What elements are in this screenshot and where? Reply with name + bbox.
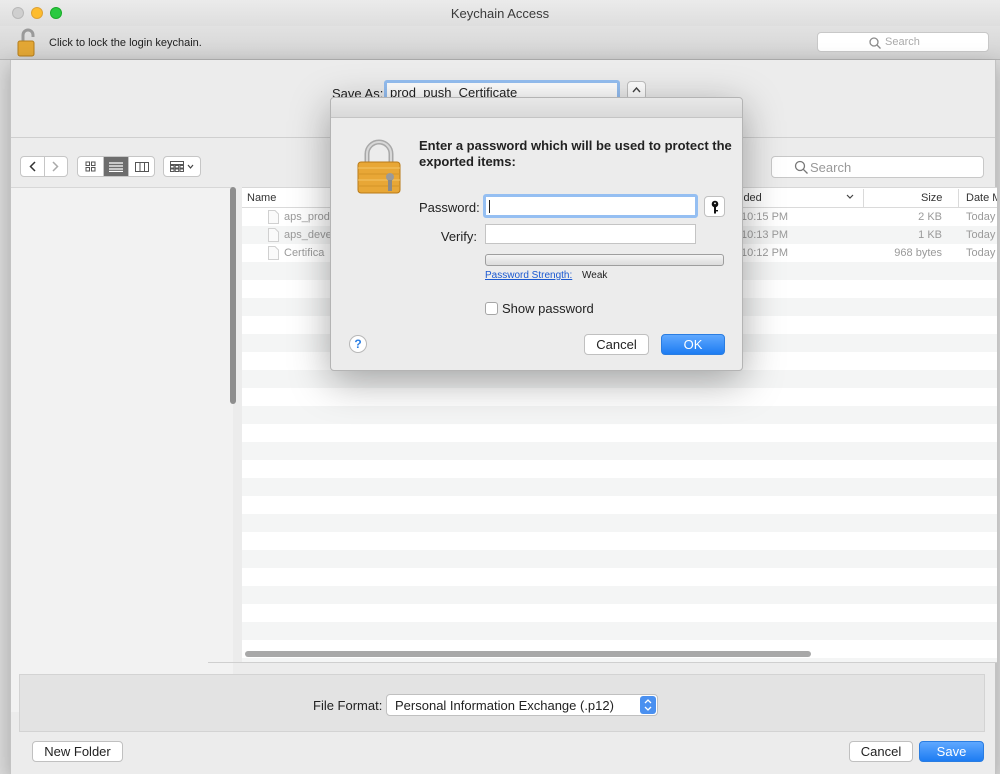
column-header-date-modified[interactable]: Date M <box>966 192 997 204</box>
empty-row <box>242 586 997 604</box>
forward-button[interactable] <box>45 157 68 176</box>
password-strength-value: Weak <box>582 270 608 281</box>
search-placeholder: Search <box>885 36 920 48</box>
file-size: 1 KB <box>918 229 942 241</box>
empty-row <box>242 460 997 478</box>
lock-icon <box>356 137 402 195</box>
window-title: Keychain Access <box>450 6 550 21</box>
empty-row <box>242 622 997 640</box>
file-name: aps_deve <box>284 229 332 241</box>
password-strength-meter <box>485 254 724 266</box>
show-password-checkbox[interactable] <box>485 302 498 315</box>
icon-view-icon <box>85 161 96 172</box>
column-header-name[interactable]: Name <box>247 192 276 204</box>
list-view-button[interactable] <box>103 157 130 176</box>
dialog-ok-button[interactable]: OK <box>661 334 725 355</box>
cancel-button[interactable]: Cancel <box>849 741 913 762</box>
keychain-search-input[interactable]: Search <box>817 32 989 52</box>
file-date: Today <box>966 229 996 241</box>
empty-row <box>242 406 997 424</box>
verify-field[interactable] <box>485 224 696 244</box>
file-format-select[interactable]: Personal Information Exchange (.p12) <box>386 694 658 716</box>
sidebar-scrollbar[interactable] <box>230 187 236 404</box>
back-button[interactable] <box>21 157 45 176</box>
search-icon <box>869 37 881 49</box>
empty-row <box>242 424 997 442</box>
password-label: Password: <box>419 200 480 215</box>
lock-message[interactable]: Click to lock the login keychain. <box>49 37 202 49</box>
empty-row <box>242 532 997 550</box>
file-size: 2 KB <box>918 211 942 223</box>
navigation-buttons <box>20 156 68 177</box>
view-mode-buttons <box>77 156 155 177</box>
keychain-toolbar: Click to lock the login keychain. Search <box>0 26 1000 60</box>
column-separator <box>958 189 959 207</box>
column-header-size[interactable]: Size <box>921 192 942 204</box>
file-date-added: 10:13 PM <box>741 229 789 241</box>
column-view-icon <box>134 161 149 172</box>
list-view-icon <box>109 161 123 172</box>
horizontal-scrollbar[interactable] <box>245 651 811 657</box>
column-separator <box>863 189 864 207</box>
empty-row <box>242 550 997 568</box>
save-button[interactable]: Save <box>919 741 984 762</box>
empty-row <box>242 496 997 514</box>
file-format-value: Personal Information Exchange (.p12) <box>395 698 614 713</box>
window-edge-left <box>0 60 10 774</box>
icon-view-button[interactable] <box>78 157 104 176</box>
chevron-down-icon <box>846 194 854 199</box>
search-placeholder: Search <box>810 160 852 175</box>
stepper-icon <box>640 696 656 714</box>
document-icon <box>268 246 279 260</box>
empty-row <box>242 442 997 460</box>
file-format-label: File Format: <box>313 698 383 713</box>
help-icon[interactable]: ? <box>349 335 367 353</box>
file-date-added: 10:15 PM <box>741 211 789 223</box>
show-password-label[interactable]: Show password <box>502 301 594 316</box>
new-folder-button[interactable]: New Folder <box>32 741 123 762</box>
empty-row <box>242 388 997 406</box>
key-icon <box>711 200 719 214</box>
sheet-search-input[interactable]: Search <box>771 156 984 178</box>
file-date-added: 10:12 PM <box>741 247 789 259</box>
empty-row <box>242 568 997 586</box>
file-date: Today <box>966 247 996 259</box>
empty-row <box>242 478 997 496</box>
search-icon <box>794 160 808 174</box>
verify-label: Verify: <box>440 229 477 244</box>
chevron-up-icon <box>632 87 641 93</box>
column-header-date-added[interactable]: lded <box>741 192 762 204</box>
password-dialog: Enter a password which will be used to p… <box>330 97 743 371</box>
sidebar[interactable] <box>11 187 233 712</box>
password-assistant-button[interactable] <box>704 196 725 217</box>
arrange-button[interactable] <box>163 156 201 177</box>
divider <box>208 662 997 663</box>
document-icon <box>268 210 279 224</box>
chevron-left-icon <box>29 161 36 172</box>
chevron-down-icon <box>187 164 194 169</box>
column-view-button[interactable] <box>129 157 154 176</box>
file-date: Today <box>966 211 996 223</box>
password-strength-link[interactable]: Password Strength: <box>485 270 572 281</box>
empty-row <box>242 604 997 622</box>
lock-icon[interactable] <box>16 28 40 58</box>
file-size: 968 bytes <box>894 247 942 259</box>
empty-row <box>242 514 997 532</box>
text-caret <box>489 200 490 213</box>
dialog-top-bar <box>331 98 742 118</box>
empty-row <box>242 370 997 388</box>
file-name: Certifica <box>284 247 325 259</box>
password-field[interactable] <box>483 194 698 218</box>
titlebar: Keychain Access <box>0 0 1000 26</box>
dialog-cancel-button[interactable]: Cancel <box>584 334 649 355</box>
document-icon <box>268 228 279 242</box>
file-name: aps_prod <box>284 211 330 223</box>
dialog-message: Enter a password which will be used to p… <box>419 138 732 169</box>
arrange-icon <box>170 161 184 172</box>
chevron-right-icon <box>52 161 59 172</box>
